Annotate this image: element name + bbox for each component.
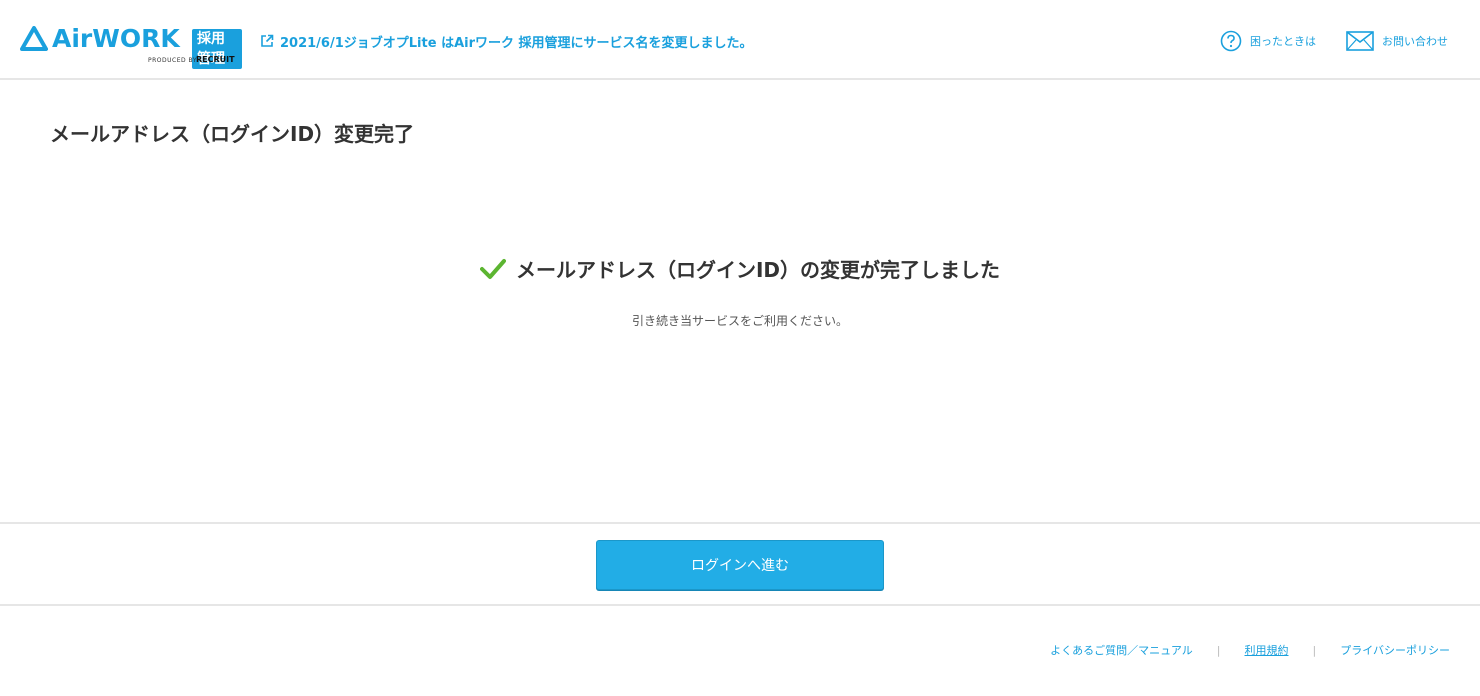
logo-text: AirWORK xyxy=(52,24,180,53)
contact-link[interactable]: お問い合わせ xyxy=(1346,29,1448,53)
header: AirWORK 採用管理 PRODUCED BY RECRUIT 2021/6/… xyxy=(0,0,1480,80)
completion-subtext: 引き続き当サービスをご利用ください。 xyxy=(631,314,848,328)
check-icon xyxy=(479,258,506,279)
footer-separator: | xyxy=(1312,643,1317,657)
help-label: 困ったときは xyxy=(1250,35,1316,48)
mail-icon xyxy=(1346,31,1374,51)
help-link[interactable]: 困ったときは xyxy=(1220,29,1316,53)
action-bar: ログインへ進む xyxy=(0,522,1480,606)
faq-manual-link[interactable]: よくあるご質問／マニュアル xyxy=(1050,642,1193,658)
notice-text: 2021/6/1ジョブオプLite はAirワーク 採用管理にサービス名を変更し… xyxy=(280,35,753,51)
service-rename-notice-link[interactable]: 2021/6/1ジョブオプLite はAirワーク 採用管理にサービス名を変更し… xyxy=(260,30,753,52)
external-link-icon xyxy=(261,34,274,47)
question-circle-icon xyxy=(1220,30,1242,52)
footer-separator: | xyxy=(1216,643,1221,657)
airwork-logo[interactable]: AirWORK 採用管理 PRODUCED BY RECRUIT xyxy=(20,24,242,72)
airwork-logo-icon xyxy=(20,26,48,51)
completion-message: メールアドレス（ログインID）の変更が完了しました xyxy=(0,254,1480,283)
terms-link[interactable]: 利用規約 xyxy=(1245,642,1289,658)
contact-label: お問い合わせ xyxy=(1382,35,1448,48)
privacy-policy-link[interactable]: プライバシーポリシー xyxy=(1340,642,1450,658)
logo-recruit: RECRUIT xyxy=(196,55,235,64)
logo-produced-by: PRODUCED BY xyxy=(148,57,197,64)
page-title: メールアドレス（ログインID）変更完了 xyxy=(50,122,415,146)
completion-text: メールアドレス（ログインID）の変更が完了しました xyxy=(515,258,1001,282)
login-button[interactable]: ログインへ進む xyxy=(596,540,884,590)
footer-links: よくあるご質問／マニュアル | 利用規約 | プライバシーポリシー xyxy=(1050,640,1450,660)
